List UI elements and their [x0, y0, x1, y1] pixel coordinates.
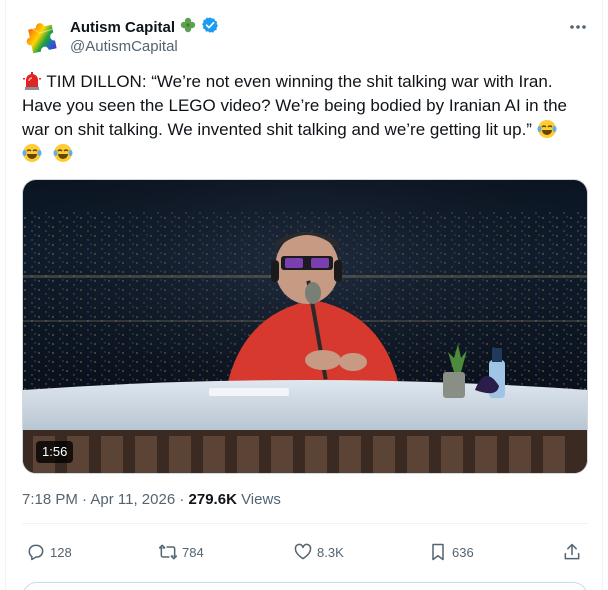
video-thumbnail: [23, 180, 587, 473]
puzzle-piece-avatar-icon: [26, 23, 57, 54]
tweet-actions-bar: 128 784 8.3K 636: [22, 537, 588, 567]
views-label: Views: [241, 491, 281, 508]
share-icon: [564, 543, 580, 560]
video-duration-badge: 1:56: [36, 441, 74, 463]
share-button[interactable]: [562, 537, 582, 567]
video-player[interactable]: [22, 179, 588, 474]
clover-emoji-icon: [179, 16, 197, 39]
verified-badge-icon[interactable]: [201, 16, 219, 39]
more-dots-icon: [570, 25, 586, 29]
reply-button[interactable]: 128: [26, 537, 72, 567]
views-count: 279.6K: [188, 491, 237, 508]
tweet-time[interactable]: 7:18 PM: [22, 491, 78, 508]
divider: [22, 523, 588, 524]
author-name-row[interactable]: Autism Capital: [70, 16, 219, 39]
repost-count: 784: [182, 544, 204, 560]
heart-icon: [294, 543, 312, 560]
tweet-date[interactable]: Apr 11, 2026: [90, 491, 175, 508]
laughing-tears-emoji-icon: [53, 143, 73, 170]
author-handle[interactable]: @AutismCapital: [70, 38, 178, 55]
meta-separator: ·: [82, 491, 88, 508]
author-display-name[interactable]: Autism Capital: [70, 19, 175, 36]
like-button[interactable]: 8.3K: [293, 537, 344, 567]
repost-icon: [158, 544, 178, 560]
tweet-meta: 7:18 PM · Apr 11, 2026 · 279.6K Views: [22, 491, 281, 508]
more-options-button[interactable]: [566, 17, 590, 37]
meta-separator: ·: [179, 491, 185, 508]
bookmark-icon: [432, 543, 444, 561]
tweet-line-1: TIM DILLON: “We’re not even winning the …: [22, 70, 582, 94]
like-count: 8.3K: [317, 544, 344, 560]
bookmark-button[interactable]: 636: [428, 537, 474, 567]
reply-icon: [28, 544, 44, 561]
tweet-text: TIM DILLON: “We’re not even winning the …: [22, 70, 582, 166]
reply-composer[interactable]: [22, 582, 588, 590]
bookmark-count: 636: [452, 544, 474, 560]
laughing-tears-emoji-icon: [537, 119, 557, 146]
tweet-line-2: Have you seen the LEGO video? We’re bein…: [22, 96, 567, 115]
laughing-tears-emoji-icon: [22, 143, 42, 170]
reply-count: 128: [50, 544, 72, 560]
tweet-line-4: [22, 142, 582, 166]
tweet-line-3: war on shit talking. We invented shit ta…: [22, 118, 582, 142]
author-avatar[interactable]: [22, 17, 62, 57]
repost-button[interactable]: 784: [158, 537, 204, 567]
